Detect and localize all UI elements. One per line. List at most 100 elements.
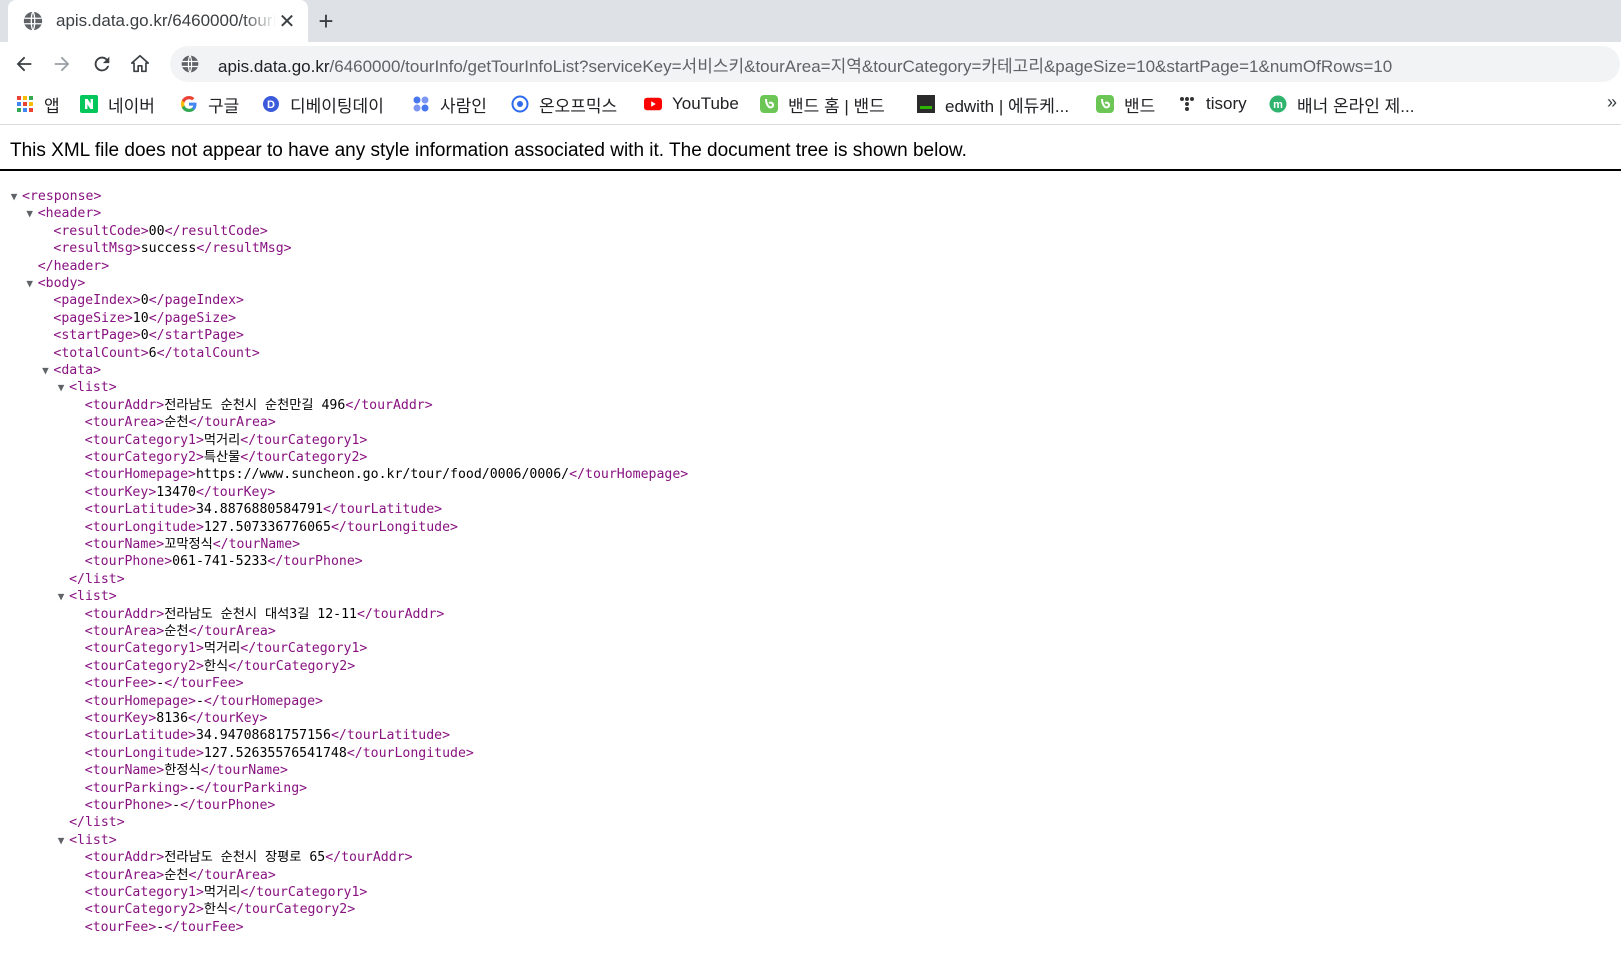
bookmark-item[interactable]: 앱 — [16, 92, 60, 116]
site-info-globe-icon[interactable] — [180, 54, 200, 74]
xml-open-tag: <tourAddr> — [84, 397, 165, 413]
xml-open-tag: <tourFee> — [84, 919, 157, 935]
xml-open-tag: <tourArea> — [84, 624, 165, 639]
xml-open-tag: <resultCode> — [53, 223, 149, 239]
xml-close-tag: </tourFee> — [164, 919, 244, 935]
new-tab-button[interactable]: + — [312, 6, 340, 36]
xml-line: <tourArea>순천</tourArea> — [85, 867, 276, 884]
xml-open-tag: <tourArea> — [84, 415, 165, 431]
xml-value: 127.507336776065 — [203, 519, 331, 535]
xml-value: 00 — [148, 223, 165, 239]
back-button[interactable] — [10, 50, 38, 78]
collapse-triangle-icon[interactable]: ▼ — [25, 205, 35, 222]
xml-line: <tourHomepage>https://www.suncheon.go.kr… — [85, 466, 688, 483]
xml-value: 0 — [140, 328, 149, 344]
bookmark-item[interactable]: m 배너 온라인 제... — [1269, 92, 1414, 116]
xml-value: 8136 — [156, 711, 189, 726]
xml-line: </list> — [69, 814, 125, 831]
xml-line: <tourLatitude>34.94708681757156</tourLat… — [85, 727, 450, 744]
forward-button[interactable] — [48, 50, 76, 78]
xml-open-tag: <tourCategory2> — [84, 450, 204, 465]
xml-close-tag: </tourName> — [200, 763, 288, 779]
bookmark-item[interactable]: 사람인 — [412, 92, 487, 116]
xml-value: 한정식 — [164, 763, 201, 779]
xml-close-tag: </tourLongitude> — [346, 745, 474, 761]
xml-close-tag: </tourFee> — [164, 676, 244, 692]
xml-close-tag: </tourPhone> — [267, 554, 363, 570]
xml-line: <tourFee>-</tourFee> — [85, 919, 244, 936]
xml-open-tag: <tourKey> — [84, 711, 157, 726]
xml-value: https://www.suncheon.go.kr/tour/food/000… — [195, 467, 570, 483]
xml-line: <tourCategory2>한식</tourCategory2> — [85, 658, 355, 675]
svg-text:m: m — [1273, 99, 1283, 111]
bookmark-item[interactable]: D 디베이팅데이 — [262, 92, 384, 116]
xml-close-tag: </totalCount> — [156, 345, 260, 361]
xml-line: <pageSize>10</pageSize> — [53, 310, 236, 327]
home-button[interactable] — [126, 50, 154, 78]
xml-value: 한식 — [203, 658, 229, 674]
close-tab-icon[interactable]: ✕ — [276, 10, 298, 33]
bookmark-item[interactable]: YouTube — [644, 92, 739, 116]
naver-icon — [80, 95, 98, 113]
xml-line: ▼ <data> — [42, 362, 101, 379]
bookmark-item[interactable]: edwith | 에듀케... — [917, 92, 1069, 116]
xml-line: <tourName>꼬막정식</tourName> — [85, 536, 300, 553]
xml-value: 127.52635576541748 — [203, 745, 347, 761]
browser-tab[interactable]: apis.data.go.kr/6460000/tourInfo/getTour… — [8, 0, 308, 42]
xml-close-tag: </tourLatitude> — [330, 728, 451, 744]
bookmark-item[interactable]: 밴드 홈 | 밴드 — [760, 92, 885, 116]
bookmark-label: 밴드 — [1124, 96, 1156, 116]
xml-style-notice: This XML file does not appear to have an… — [10, 140, 967, 161]
edwith-icon — [917, 95, 935, 113]
bookmarks-overflow-button[interactable]: » — [1607, 92, 1617, 113]
xml-close-tag: </tourCategory1> — [240, 432, 368, 448]
forward-arrow-icon — [54, 56, 70, 72]
xml-line: <tourAddr>전라남도 순천시 장평로 65</tourAddr> — [85, 849, 413, 866]
bookmark-label: YouTube — [672, 94, 739, 113]
xml-open-tag: <tourCategory1> — [84, 432, 204, 448]
xml-line: <tourArea>순천</tourArea> — [85, 623, 276, 640]
collapse-triangle-icon[interactable]: ▼ — [40, 362, 50, 379]
bookmark-label: 디베이팅데이 — [290, 96, 384, 116]
collapse-triangle-icon[interactable]: ▼ — [56, 832, 66, 849]
bookmark-item[interactable]: 온오프믹스 — [511, 92, 617, 116]
xml-line: <tourCategory1>먹거리</tourCategory1> — [85, 640, 368, 657]
google-icon — [180, 95, 198, 113]
bookmark-item[interactable]: 밴드 — [1096, 92, 1155, 116]
notice-divider — [0, 169, 1621, 171]
xml-close-tag: </tourCategory2> — [228, 902, 356, 918]
bookmark-item[interactable]: 네이버 — [80, 92, 155, 116]
xml-value: 먹거리 — [203, 432, 241, 448]
collapse-triangle-icon[interactable]: ▼ — [9, 188, 19, 205]
globe-icon — [23, 11, 43, 31]
xml-value: - — [172, 798, 181, 813]
bookmark-item[interactable]: tisory — [1178, 92, 1247, 116]
xml-close-tag: </pageSize> — [148, 310, 237, 326]
xml-line: <tourPhone>061-741-5233</tourPhone> — [85, 553, 363, 570]
xml-line: <pageIndex>0</pageIndex> — [53, 292, 244, 309]
xml-close-tag: </tourAddr> — [345, 397, 433, 413]
xml-open-tag: <tourCategory1> — [84, 885, 204, 900]
xml-open-tag: <tourLongitude> — [84, 745, 204, 761]
address-bar[interactable]: apis.data.go.kr/6460000/tourInfo/getTour… — [170, 46, 1620, 82]
xml-value: 순천 — [164, 415, 189, 431]
xml-close-tag: </tourLatitude> — [323, 502, 443, 518]
address-url[interactable]: apis.data.go.kr/6460000/tourInfo/getTour… — [218, 52, 1392, 77]
xml-open-tag: <list> — [69, 589, 117, 605]
collapse-triangle-icon[interactable]: ▼ — [56, 588, 66, 605]
xml-open-tag: <tourName> — [84, 763, 165, 779]
xml-line: ▼ <list> — [58, 588, 117, 605]
xml-line: <tourCategory1>먹거리</tourCategory1> — [85, 884, 368, 901]
bookmark-item[interactable]: 구글 — [180, 92, 239, 116]
tistory-icon — [1178, 95, 1196, 113]
tab-strip: apis.data.go.kr/6460000/tourInfo/getTour… — [0, 0, 1621, 42]
collapse-triangle-icon[interactable]: ▼ — [56, 379, 66, 396]
xml-close-tag: </tourHomepage> — [569, 467, 689, 483]
reload-button[interactable] — [88, 50, 116, 78]
xml-open-tag: <body> — [37, 276, 86, 291]
xml-open-tag: <tourAddr> — [84, 606, 165, 622]
xml-open-tag: <response> — [22, 189, 102, 204]
xml-open-tag: <tourLatitude> — [84, 502, 196, 518]
reload-icon — [94, 56, 110, 72]
collapse-triangle-icon[interactable]: ▼ — [25, 275, 35, 292]
